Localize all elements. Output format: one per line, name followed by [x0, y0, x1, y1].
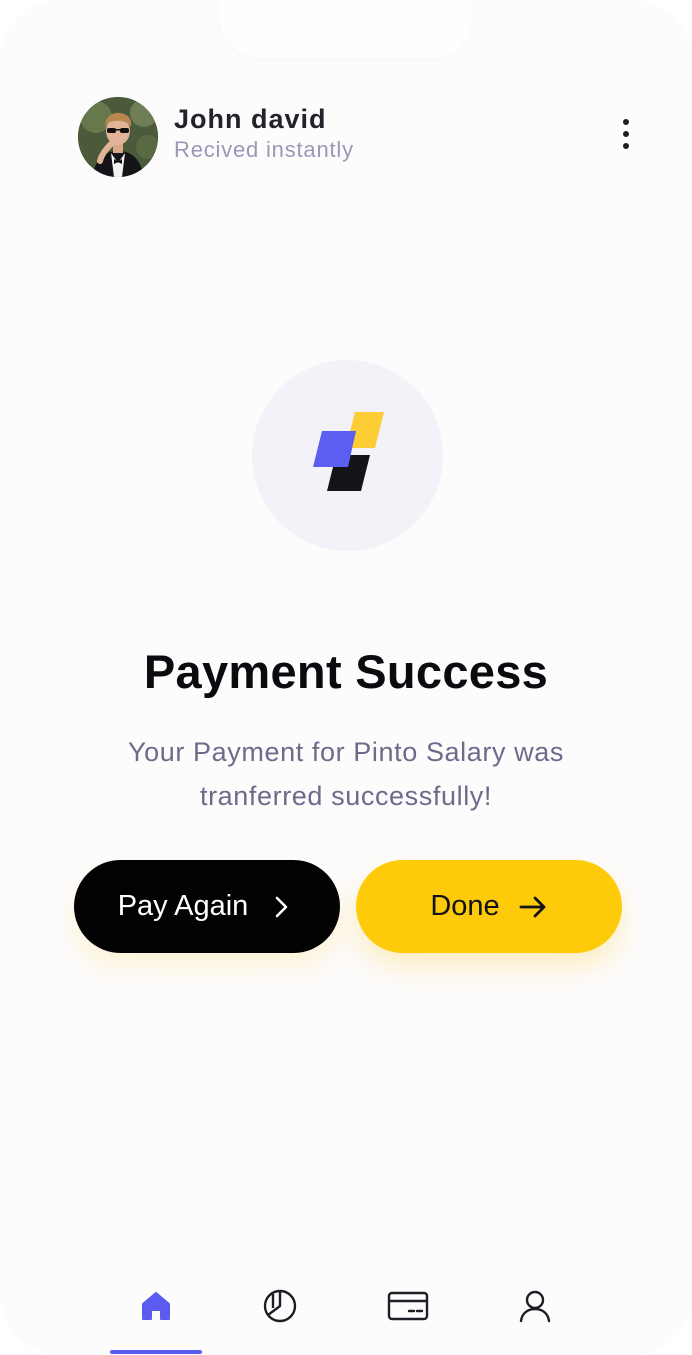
user-name: John david [174, 104, 327, 134]
chevron-right-icon [275, 896, 288, 917]
success-logo [252, 360, 443, 551]
app-logo-icon [313, 412, 384, 491]
nav-cards[interactable] [376, 1280, 440, 1332]
nav-active-indicator [110, 1350, 202, 1354]
pay-again-label: Pay Again [117, 890, 249, 922]
avatar[interactable] [78, 97, 158, 177]
phone-screen: John david Recived instantly Payment Suc… [0, 0, 692, 1355]
pie-chart-icon [263, 1289, 297, 1323]
success-message: Your Payment for Pinto Salary was tranfe… [127, 737, 564, 811]
nav-profile[interactable] [503, 1280, 567, 1332]
user-subtitle: Recived instantly [174, 137, 354, 162]
user-icon [519, 1290, 551, 1323]
page-title: Payment Success [143, 645, 549, 698]
credit-card-icon [387, 1291, 429, 1321]
done-label: Done [430, 890, 500, 922]
arrow-right-icon [519, 896, 546, 917]
bottom-nav [0, 1260, 692, 1355]
more-options-button[interactable] [606, 112, 646, 156]
home-icon [142, 1292, 170, 1320]
done-button[interactable]: Done [356, 860, 622, 953]
more-vertical-icon [623, 119, 629, 125]
notch [220, 0, 472, 58]
nav-stats[interactable] [248, 1280, 312, 1332]
nav-home[interactable] [124, 1280, 188, 1332]
pay-again-button[interactable]: Pay Again [74, 860, 340, 953]
